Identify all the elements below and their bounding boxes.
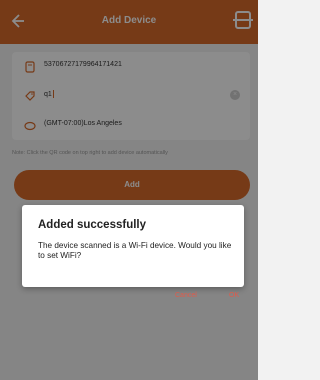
modal-overlay (0, 0, 258, 380)
cancel-button[interactable]: Cancel (175, 292, 197, 299)
dialog-message: The device scanned is a Wi-Fi device. Wo… (38, 241, 232, 260)
success-dialog: Added successfully The device scanned is… (22, 205, 244, 299)
ok-button[interactable]: OK (229, 292, 239, 299)
dialog-title: Added successfully (38, 219, 147, 231)
